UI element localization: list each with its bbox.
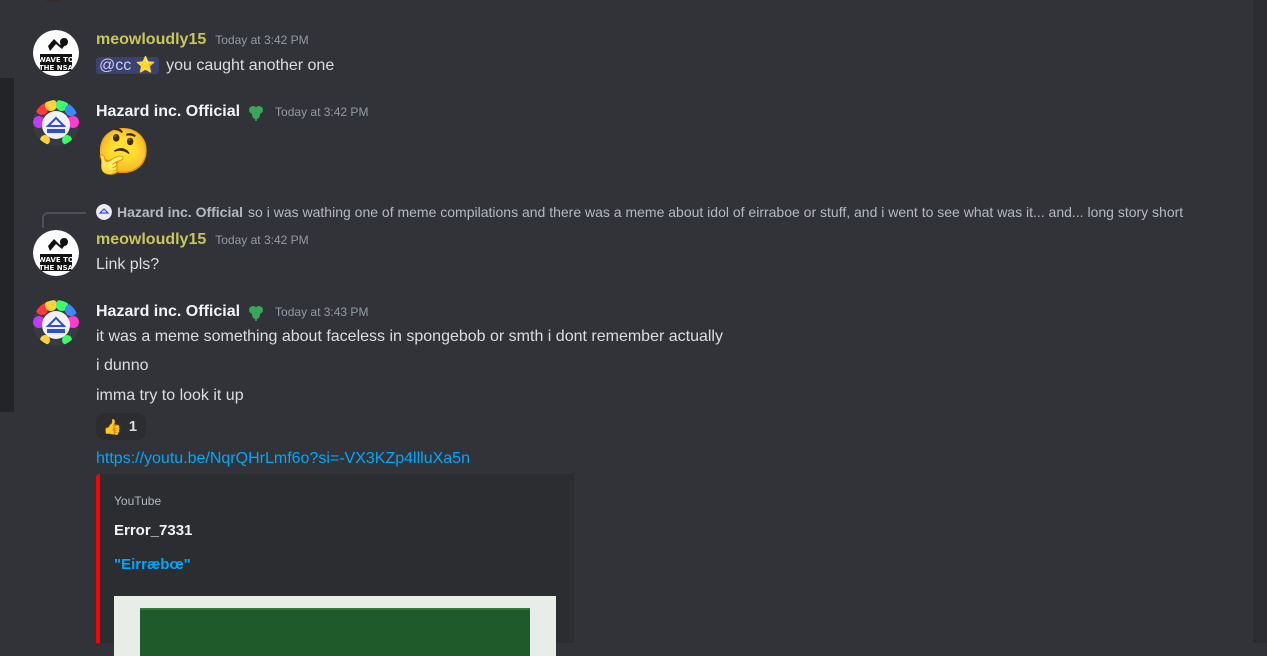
video-thumbnail[interactable] <box>114 596 556 656</box>
timestamp[interactable]: Today at 3:42 PM <box>215 33 308 47</box>
reaction-button[interactable]: 👍 1 <box>96 413 146 440</box>
message-content: @cc ⭐ you caught another one <box>96 55 334 75</box>
message-header: meowloudly15 Today at 3:42 PM <box>96 31 309 49</box>
message-text: it was a meme something about faceless i… <box>96 328 723 345</box>
message-text: i dunno <box>96 357 149 374</box>
link-embed: YouTube Error_7331 "Eirræbœ" <box>96 474 574 656</box>
message: WAVE TO THE NSA meowloudly15 Today at 3:… <box>14 0 1244 80</box>
role-mention[interactable]: @cc ⭐ <box>96 57 159 74</box>
thumbs-up-icon: 👍 <box>103 418 122 436</box>
star-icon: ⭐ <box>135 57 156 74</box>
avatar[interactable]: WAVE TO THE NSA <box>33 30 79 76</box>
shamrock-icon[interactable] <box>246 302 266 322</box>
message: Hazard inc. Official Today at 3:42 PM 🤔 <box>14 80 1244 190</box>
scrollbar[interactable] <box>1253 0 1267 643</box>
thumbnail-image <box>140 608 530 656</box>
timestamp[interactable]: Today at 3:43 PM <box>275 305 368 319</box>
timestamp[interactable]: Today at 3:42 PM <box>215 233 308 247</box>
avatar-text-line2: THE NSA <box>39 264 74 272</box>
nsa-avatar-icon: WAVE TO THE NSA <box>33 230 79 276</box>
message-header: Hazard inc. Official Today at 3:42 PM <box>96 102 368 122</box>
embed-title[interactable]: "Eirræbœ" <box>114 556 191 573</box>
username[interactable]: meowloudly15 <box>96 231 206 249</box>
clown-avatar-icon <box>33 300 79 346</box>
left-rail-shade <box>0 78 14 412</box>
shamrock-icon[interactable] <box>246 102 266 122</box>
embed-provider[interactable]: YouTube <box>114 494 161 508</box>
youtube-link[interactable]: https://youtu.be/NqrQHrLmf6o?si=-VX3KZp4… <box>96 450 470 468</box>
avatar-text-line1: WAVE TO <box>38 256 74 264</box>
timestamp[interactable]: Today at 3:42 PM <box>275 105 368 119</box>
message-text: imma try to look it up <box>96 387 244 404</box>
nsa-avatar-icon: WAVE TO THE NSA <box>33 30 79 76</box>
username[interactable]: Hazard inc. Official <box>96 103 240 121</box>
avatar[interactable] <box>33 100 79 146</box>
avatar-text-line2: THE NSA <box>39 64 74 72</box>
avatar-text-line1: WAVE TO <box>38 56 74 64</box>
thinking-face-icon[interactable]: 🤔 <box>96 124 151 180</box>
avatar[interactable]: WAVE TO THE NSA <box>33 230 79 276</box>
clown-avatar-icon <box>33 100 79 146</box>
message: WAVE TO THE NSA meowloudly15 Today at 3:… <box>14 190 1244 290</box>
message-text: you caught another one <box>166 57 335 74</box>
avatar[interactable] <box>33 300 79 346</box>
username[interactable]: Hazard inc. Official <box>96 303 240 321</box>
reaction-count: 1 <box>128 418 138 435</box>
message-header: meowloudly15 Today at 3:42 PM <box>96 231 309 249</box>
message-text: Link pls? <box>96 256 160 273</box>
embed-author[interactable]: Error_7331 <box>114 522 192 539</box>
username[interactable]: meowloudly15 <box>96 31 206 49</box>
message-header: Hazard inc. Official Today at 3:43 PM <box>96 302 368 322</box>
